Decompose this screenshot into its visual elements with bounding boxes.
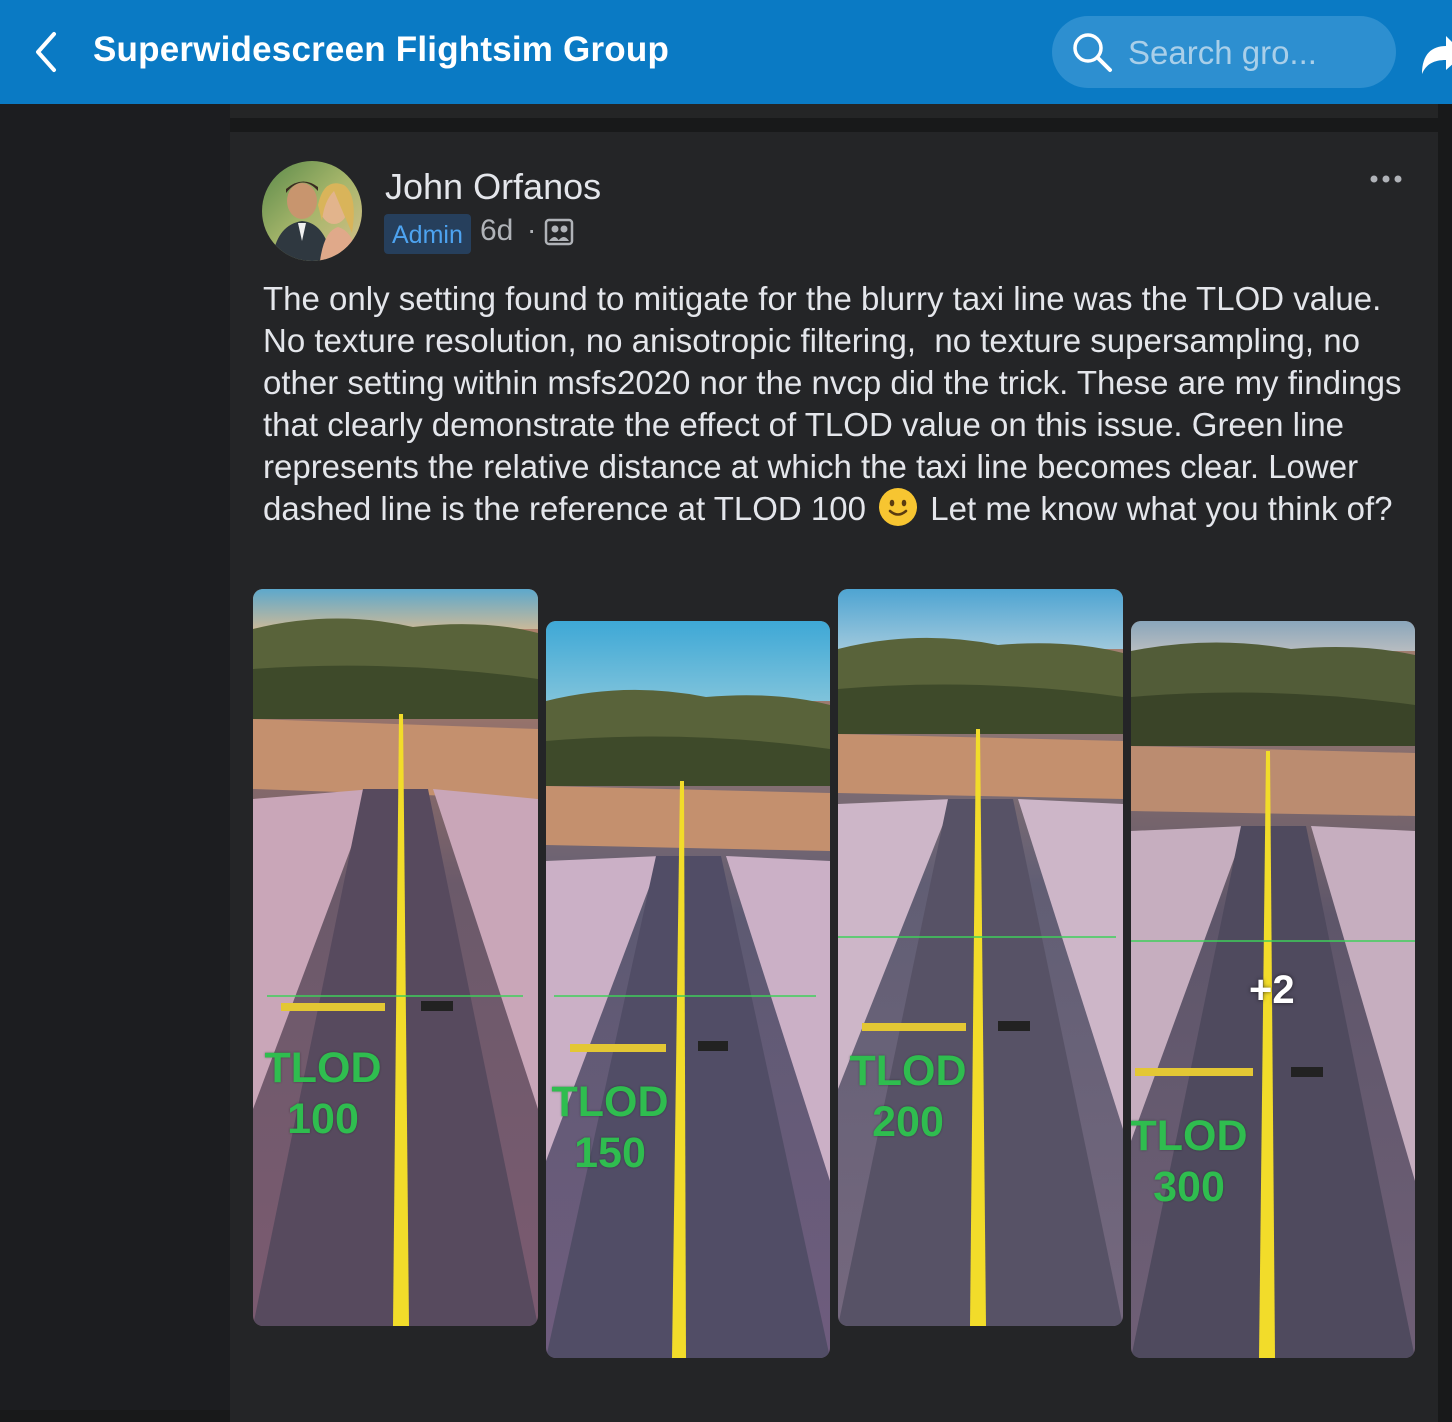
post-text: The only setting found to mitigate for t…	[263, 278, 1413, 530]
photo-label: TLOD 150	[548, 1077, 672, 1179]
photo-label: TLOD 300	[1131, 1111, 1251, 1213]
label-line2: 100	[287, 1095, 359, 1143]
group-privacy-icon	[544, 218, 574, 246]
label-line1: TLOD	[551, 1078, 669, 1126]
more-options-button[interactable]	[1368, 166, 1404, 192]
photo-label: TLOD 200	[846, 1046, 970, 1148]
label-line2: 150	[574, 1129, 646, 1177]
left-pane	[0, 104, 230, 1410]
back-button[interactable]	[28, 30, 68, 74]
label-line2: 300	[1153, 1163, 1225, 1211]
runway-photo-100	[253, 589, 538, 1326]
photo-label: TLOD 100	[261, 1043, 385, 1145]
photo-tlod-150[interactable]: TLOD 150	[546, 621, 830, 1358]
top-bar: Superwidescreen Flightsim Group	[0, 0, 1452, 104]
post-time[interactable]: 6d	[480, 214, 513, 248]
share-arrow-icon	[1422, 36, 1452, 74]
more-photos-count[interactable]: +2	[1249, 968, 1295, 1013]
label-line1: TLOD	[1131, 1112, 1248, 1160]
group-title[interactable]: Superwidescreen Flightsim Group	[93, 30, 669, 70]
photo-tlod-300[interactable]: TLOD 300 +2	[1131, 621, 1415, 1358]
post-text-end: Let me know what you think of?	[921, 490, 1393, 527]
smile-emoji-icon	[879, 488, 918, 526]
share-button[interactable]	[1416, 28, 1452, 78]
post-card: John Orfanos Admin 6d · The only setting…	[230, 132, 1438, 1422]
label-line1: TLOD	[849, 1047, 967, 1095]
author-name[interactable]: John Orfanos	[385, 166, 601, 208]
runway-photo-200	[838, 589, 1123, 1326]
photo-tlod-100[interactable]: TLOD 100	[253, 589, 538, 1326]
label-line2: 200	[872, 1098, 944, 1146]
photo-tlod-200[interactable]: TLOD 200	[838, 589, 1123, 1326]
runway-photo-150	[546, 621, 830, 1358]
search-input[interactable]	[1126, 30, 1380, 76]
search-icon	[1073, 33, 1112, 72]
admin-badge: Admin	[384, 214, 471, 254]
previous-post-edge	[230, 104, 1438, 118]
meta-separator: ·	[527, 214, 537, 245]
chevron-left-icon	[36, 32, 56, 72]
search-bar[interactable]	[1052, 16, 1396, 88]
label-line1: TLOD	[264, 1044, 382, 1092]
avatar[interactable]	[262, 161, 362, 261]
